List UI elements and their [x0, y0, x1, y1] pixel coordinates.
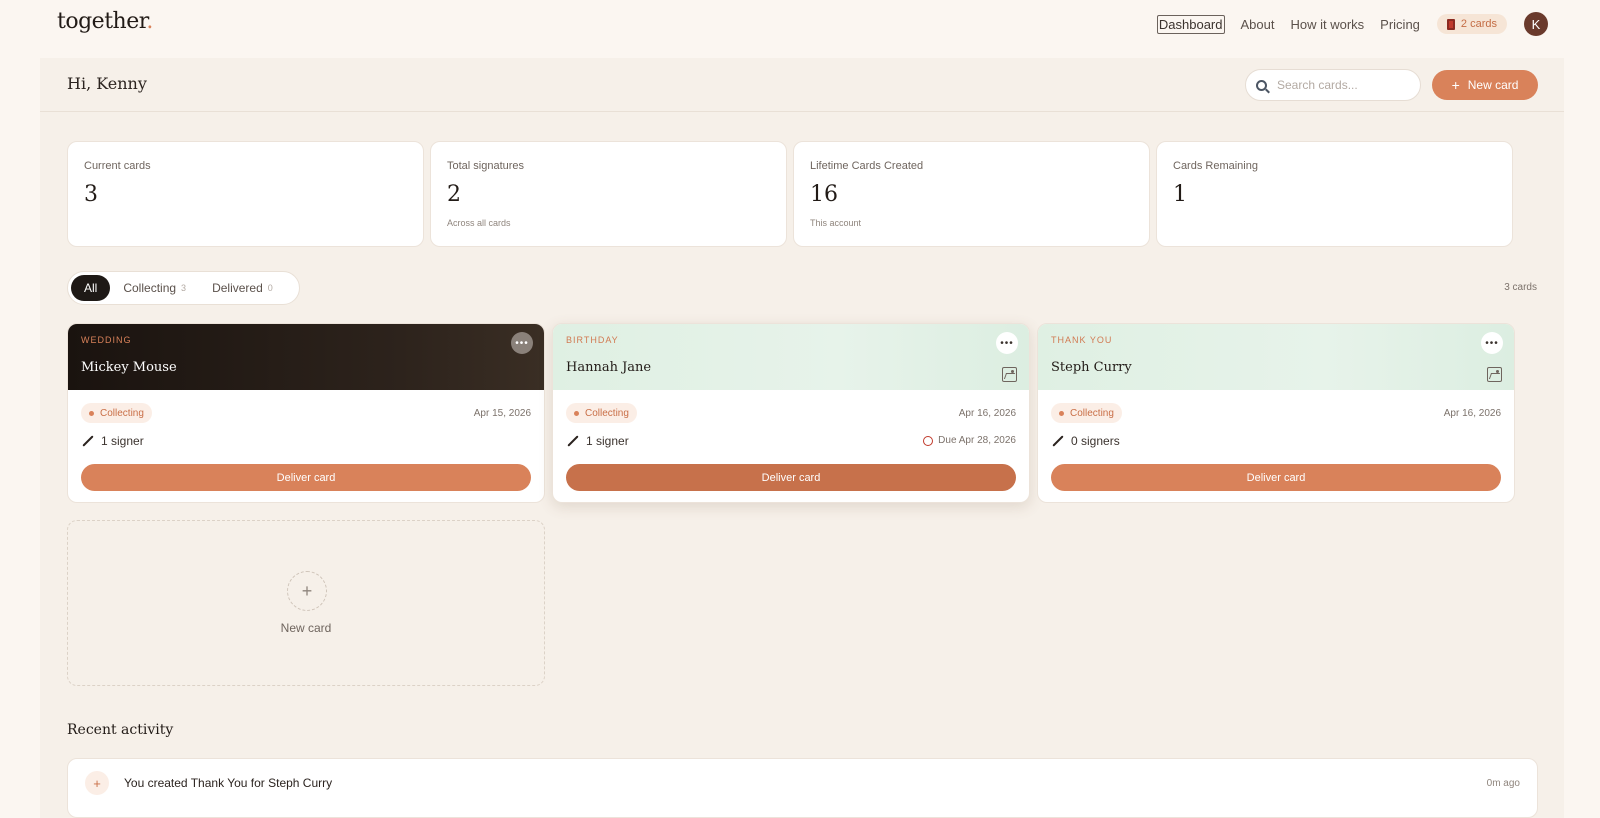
stat-value: 1	[1173, 182, 1187, 207]
signers-count: 0 signers	[1051, 434, 1120, 448]
stat-value: 3	[84, 182, 98, 207]
deliver-card-button[interactable]: Deliver card	[566, 464, 1016, 491]
logo-text: together	[57, 9, 147, 34]
card-date: Apr 16, 2026	[1443, 408, 1501, 419]
pen-icon	[1052, 435, 1064, 447]
status-label: Collecting	[585, 407, 629, 419]
stat-value: 2	[447, 182, 461, 207]
card-credit-icon	[1446, 18, 1455, 30]
stat-sub: This account	[810, 218, 862, 228]
more-options-icon[interactable]: •••	[1481, 332, 1503, 354]
status-label: Collecting	[1070, 407, 1114, 419]
deliver-card-button[interactable]: Deliver card	[81, 464, 531, 491]
nav-pricing-link[interactable]: Pricing	[1380, 17, 1420, 32]
recent-activity-title: Recent activity	[67, 722, 174, 738]
card-header: WEDDING Mickey Mouse •••	[68, 324, 544, 390]
pen-icon	[567, 435, 579, 447]
card-type: BIRTHDAY	[566, 335, 619, 345]
filter-label: All	[84, 281, 98, 295]
filter-delivered[interactable]: Delivered 0	[199, 275, 286, 301]
nav-dashboard-link[interactable]: Dashboard	[1156, 14, 1225, 34]
stat-lifetime-cards: Lifetime Cards Created 16 This account	[793, 141, 1150, 247]
logo[interactable]: together.	[57, 9, 153, 34]
search-input[interactable]	[1277, 78, 1397, 92]
logo-dot: .	[146, 9, 153, 34]
signers-label: 0 signers	[1071, 434, 1120, 448]
activity-time: 0m ago	[1486, 778, 1520, 789]
card-header: BIRTHDAY Hannah Jane •••	[553, 324, 1029, 390]
card-type: WEDDING	[81, 335, 132, 345]
card-item[interactable]: THANK YOU Steph Curry ••• Collecting Apr…	[1037, 323, 1515, 503]
due-date-label: Due Apr 28, 2026	[938, 435, 1016, 446]
nav-how-it-works-link[interactable]: How it works	[1290, 17, 1364, 32]
search-box[interactable]	[1245, 69, 1421, 101]
nav-about-link[interactable]: About	[1241, 17, 1275, 32]
greeting: Hi, Kenny	[67, 74, 147, 93]
filter-collecting[interactable]: Collecting 3	[110, 275, 199, 301]
cards-count: 3 cards	[1504, 282, 1537, 293]
new-card-button-label: New card	[1467, 78, 1519, 92]
activity-item: + You created Thank You for Steph Curry …	[67, 758, 1538, 818]
plus-icon: +	[85, 771, 109, 795]
stat-label: Total signatures	[447, 160, 525, 172]
filter-tabs: All Collecting 3 Delivered 0	[67, 271, 300, 305]
signers-label: 1 signer	[586, 434, 629, 448]
filter-count: 0	[267, 283, 273, 293]
signers-label: 1 signer	[101, 434, 144, 448]
status-badge: Collecting	[566, 403, 637, 423]
status-dot	[1059, 410, 1064, 416]
card-recipient: Steph Curry	[1051, 360, 1132, 375]
stat-cards-remaining: Cards Remaining 1	[1156, 141, 1513, 247]
more-options-icon[interactable]: •••	[996, 332, 1018, 354]
stat-sub: Across all cards	[447, 218, 511, 228]
card-header: THANK YOU Steph Curry •••	[1038, 324, 1514, 390]
status-label: Collecting	[100, 407, 144, 419]
status-dot	[89, 410, 94, 416]
deliver-card-button[interactable]: Deliver card	[1051, 464, 1501, 491]
plus-icon: +	[1451, 77, 1460, 93]
signers-count: 1 signer	[566, 434, 629, 448]
credits-badge[interactable]: 2 cards	[1436, 14, 1507, 34]
search-icon	[1256, 79, 1267, 91]
filter-count: 3	[181, 283, 187, 293]
signers-count: 1 signer	[81, 434, 144, 448]
card-date: Apr 15, 2026	[473, 408, 531, 419]
stat-value: 16	[810, 182, 838, 207]
alarm-clock-icon	[923, 435, 934, 446]
plus-icon: +	[287, 571, 327, 611]
new-card-tile[interactable]: + New card	[67, 520, 545, 686]
more-options-icon[interactable]: •••	[511, 332, 533, 354]
status-badge: Collecting	[81, 403, 152, 423]
panel-header: Hi, Kenny + New card	[40, 58, 1564, 112]
pen-icon	[82, 435, 94, 447]
image-icon[interactable]	[1487, 367, 1502, 382]
nav-links: Dashboard About How it works Pricing 2 c…	[1141, 12, 1548, 36]
due-date: Due Apr 28, 2026	[923, 435, 1016, 446]
image-icon[interactable]	[1002, 367, 1017, 382]
credits-label: 2 cards	[1460, 18, 1497, 30]
card-recipient: Mickey Mouse	[81, 360, 177, 375]
stat-label: Current cards	[84, 160, 151, 172]
card-type: THANK YOU	[1051, 335, 1113, 345]
stat-label: Lifetime Cards Created	[810, 160, 924, 172]
user-avatar[interactable]: K	[1524, 12, 1548, 36]
stat-current-cards: Current cards 3	[67, 141, 424, 247]
dashboard-panel: Hi, Kenny + New card Current cards 3 Tota…	[40, 58, 1564, 818]
status-badge: Collecting	[1051, 403, 1122, 423]
filter-label: Collecting	[123, 281, 177, 295]
activity-text: You created Thank You for Steph Curry	[124, 776, 333, 790]
filter-label: Delivered	[212, 281, 263, 295]
new-card-button[interactable]: + New card	[1432, 70, 1538, 100]
status-dot	[574, 410, 579, 416]
stat-total-signatures: Total signatures 2 Across all cards	[430, 141, 787, 247]
top-nav: together. Dashboard About How it works P…	[0, 0, 1600, 58]
filter-all[interactable]: All	[71, 275, 111, 301]
card-item[interactable]: BIRTHDAY Hannah Jane ••• Collecting Apr …	[552, 323, 1030, 503]
card-item[interactable]: WEDDING Mickey Mouse ••• Collecting Apr …	[67, 323, 545, 503]
card-date: Apr 16, 2026	[958, 408, 1016, 419]
new-card-tile-label: New card	[280, 621, 332, 635]
card-recipient: Hannah Jane	[566, 360, 652, 375]
stat-label: Cards Remaining	[1173, 160, 1258, 172]
